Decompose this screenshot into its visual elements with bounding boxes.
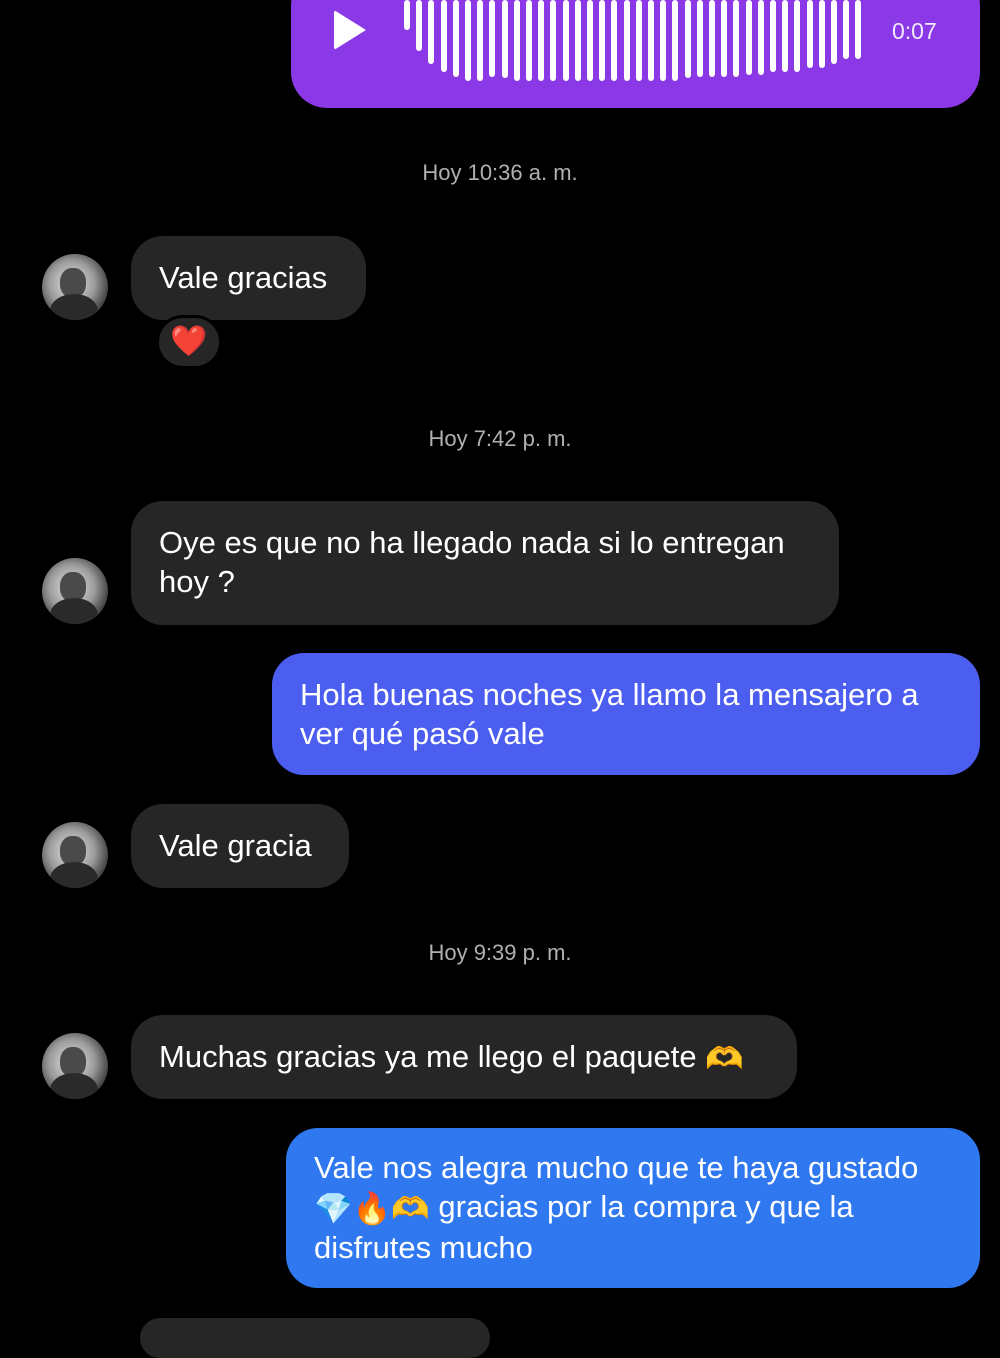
waveform-bar bbox=[623, 0, 630, 81]
incoming-message[interactable]: Muchas gracias ya me llego el paquete 🫶 bbox=[131, 1015, 797, 1099]
waveform-bar bbox=[818, 0, 825, 68]
message-text-line: Vale nos alegra mucho que te haya gustad… bbox=[314, 1150, 919, 1185]
waveform-bar bbox=[635, 0, 642, 81]
heart-hands-icon: 🫶 bbox=[705, 1041, 744, 1077]
heart-reaction[interactable]: ❤️ bbox=[156, 315, 222, 369]
message-text: Oye es que no ha llegado nada si lo entr… bbox=[159, 525, 785, 599]
waveform-bar bbox=[684, 0, 691, 78]
waveform-bar bbox=[452, 0, 459, 77]
avatar[interactable] bbox=[42, 558, 108, 624]
avatar[interactable] bbox=[42, 822, 108, 888]
play-icon[interactable] bbox=[334, 10, 366, 50]
waveform-bar bbox=[696, 0, 703, 77]
audio-waveform bbox=[404, 0, 874, 85]
timestamp: Hoy 9:39 p. m. bbox=[428, 940, 572, 965]
waveform-bar bbox=[757, 0, 764, 75]
message-text: Vale gracias bbox=[159, 260, 328, 295]
heart-icon: ❤️ bbox=[170, 325, 208, 358]
diamond-fire-hands-icons: 💎🔥🫶 bbox=[314, 1191, 430, 1227]
waveform-bar bbox=[672, 0, 679, 81]
waveform-bar bbox=[538, 0, 545, 81]
waveform-bar bbox=[721, 0, 728, 77]
waveform-bar bbox=[709, 0, 715, 77]
waveform-bar bbox=[843, 0, 850, 59]
outgoing-message[interactable]: Hola buenas noches ya llamo la mensajero… bbox=[272, 653, 980, 775]
waveform-bar bbox=[501, 0, 508, 78]
waveform-bar bbox=[611, 0, 618, 81]
waveform-bar bbox=[587, 0, 593, 81]
incoming-message[interactable]: Oye es que no ha llegado nada si lo entr… bbox=[131, 501, 839, 625]
waveform-bar bbox=[404, 0, 410, 30]
waveform-bar bbox=[660, 0, 667, 81]
message-text: Muchas gracias ya me llego el paquete bbox=[159, 1039, 697, 1074]
outgoing-message[interactable]: Vale nos alegra mucho que te haya gustad… bbox=[286, 1128, 980, 1288]
waveform-bar bbox=[489, 0, 496, 77]
incoming-message[interactable]: Vale gracias bbox=[131, 236, 366, 320]
waveform-bar bbox=[550, 0, 557, 81]
waveform-bar bbox=[648, 0, 654, 81]
incoming-message[interactable]: Vale gracia bbox=[131, 804, 349, 888]
waveform-bar bbox=[574, 0, 581, 81]
waveform-bar bbox=[440, 0, 447, 72]
waveform-bar bbox=[806, 0, 813, 68]
waveform-bar bbox=[477, 0, 484, 81]
waveform-bar bbox=[599, 0, 606, 81]
waveform-bar bbox=[782, 0, 789, 72]
waveform-bar bbox=[745, 0, 752, 75]
waveform-bar bbox=[794, 0, 801, 72]
timestamp: Hoy 7:42 p. m. bbox=[428, 426, 572, 451]
message-text: Hola buenas noches ya llamo la mensajero… bbox=[300, 677, 919, 751]
waveform-bar bbox=[770, 0, 776, 72]
waveform-bar bbox=[416, 0, 423, 51]
incoming-message[interactable] bbox=[140, 1318, 490, 1358]
waveform-bar bbox=[526, 0, 532, 81]
timestamp: Hoy 10:36 a. m. bbox=[422, 160, 578, 185]
voice-duration: 0:07 bbox=[892, 18, 937, 44]
waveform-bar bbox=[831, 0, 837, 64]
waveform-bar bbox=[562, 0, 569, 81]
message-text: Vale gracia bbox=[159, 828, 312, 863]
message-text-line: disfrutes mucho bbox=[314, 1230, 533, 1266]
waveform-bar bbox=[855, 0, 862, 59]
avatar[interactable] bbox=[42, 1033, 108, 1099]
waveform-bar bbox=[513, 0, 520, 81]
waveform-bar bbox=[733, 0, 740, 77]
avatar[interactable] bbox=[42, 254, 108, 320]
message-text-line: gracias por la compra y que la bbox=[429, 1189, 854, 1224]
waveform-bar bbox=[465, 0, 471, 81]
waveform-bar bbox=[428, 0, 435, 64]
